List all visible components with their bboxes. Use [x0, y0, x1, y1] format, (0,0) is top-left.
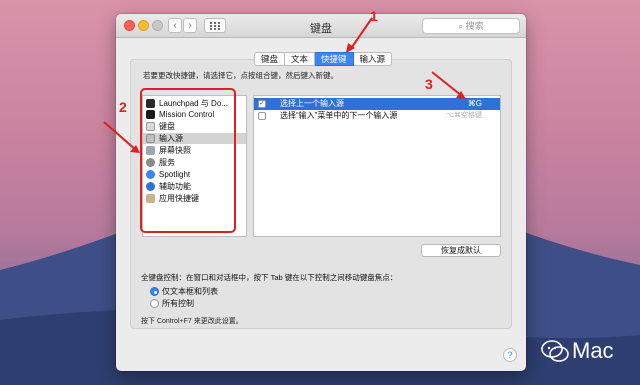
shortcut-row[interactable]: 选择“输入”菜单中的下一个输入源 ⌥⌘空格键 — [254, 110, 500, 122]
wechat-icon — [541, 340, 569, 362]
tab-shortcuts[interactable]: 快捷键 — [315, 52, 354, 66]
search-placeholder: 搜索 — [465, 21, 484, 31]
search-field[interactable]: ⌕ 搜索 — [422, 18, 520, 34]
help-button[interactable]: ? — [503, 348, 517, 362]
control-f7-note: 按下 Control+F7 来更改此设置。 — [141, 318, 243, 325]
tab-input-sources[interactable]: 输入源 — [353, 52, 393, 66]
instruction-text: 若要更改快捷键，请选择它，点按组合键，然后键入新键。 — [143, 71, 338, 80]
annotation-highlight-box — [140, 88, 236, 233]
tab-keyboard[interactable]: 键盘 — [254, 52, 286, 66]
full-keyboard-access-label: 全键盘控制：在窗口和对话框中，按下 Tab 键在以下控制之间移动键盘焦点： — [141, 273, 398, 282]
tab-text[interactable]: 文本 — [285, 52, 316, 66]
shortcut-checkbox[interactable] — [258, 112, 266, 120]
annotation-marker-3: 3 — [425, 76, 433, 92]
radio-button[interactable] — [150, 299, 159, 308]
shortcut-key[interactable]: ⌥⌘空格键 — [446, 110, 482, 122]
search-icon: ⌕ — [458, 21, 464, 31]
annotation-marker-1: 1 — [370, 8, 378, 24]
shortcut-row-selected[interactable]: ✓ 选择上一个输入源 ⌘G — [254, 98, 500, 110]
shortcut-key[interactable]: ⌘G — [468, 98, 482, 110]
shortcut-checkbox[interactable]: ✓ — [258, 100, 266, 108]
annotation-marker-2: 2 — [119, 99, 127, 115]
title-bar: ‹ › 键盘 ⌕ 搜索 — [116, 14, 526, 38]
shortcut-list: ✓ 选择上一个输入源 ⌘G 选择“输入”菜单中的下一个输入源 ⌥⌘空格键 — [253, 95, 501, 237]
radio-button-selected[interactable] — [150, 287, 159, 296]
tab-bar: 键盘 文本 快捷键 输入源 — [254, 52, 393, 66]
watermark-text: Mac — [572, 338, 614, 363]
restore-defaults-button[interactable]: 恢复成默认 — [421, 244, 501, 257]
